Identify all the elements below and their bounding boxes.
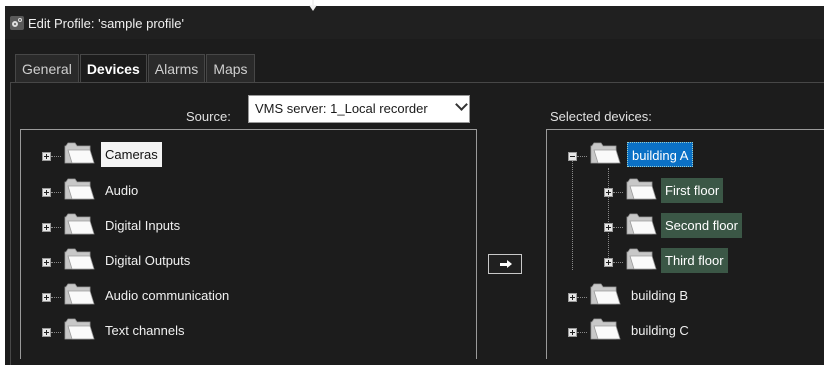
- tree-label[interactable]: Digital Inputs: [101, 213, 184, 238]
- tree-node-building-c[interactable]: building C: [547, 316, 817, 343]
- chevron-down-icon: [455, 98, 468, 111]
- folder-icon: [589, 317, 622, 341]
- selected-devices-label: Selected devices:: [550, 109, 652, 124]
- tab-devices[interactable]: Devices: [79, 54, 147, 83]
- expand-icon[interactable]: [568, 293, 577, 302]
- tree-label[interactable]: Audio communication: [101, 283, 233, 308]
- expand-icon[interactable]: [42, 152, 51, 161]
- folder-icon: [63, 282, 96, 306]
- tree-node-third-floor[interactable]: Third floor: [547, 246, 817, 273]
- collapse-icon[interactable]: [568, 152, 577, 161]
- tree-label[interactable]: Text channels: [101, 318, 189, 343]
- folder-icon: [589, 141, 622, 165]
- window-title: Edit Profile: 'sample profile': [28, 16, 184, 31]
- folder-icon: [63, 141, 96, 165]
- tree-label[interactable]: Audio: [101, 178, 142, 203]
- available-devices-tree[interactable]: Cameras Audio Digital Inputs Digital Out…: [20, 129, 477, 359]
- expand-icon[interactable]: [42, 223, 51, 232]
- tree-node-second-floor[interactable]: Second floor: [547, 211, 817, 238]
- expand-icon[interactable]: [42, 188, 51, 197]
- source-select-value: VMS server: 1_Local recorder: [255, 101, 428, 116]
- folder-icon: [63, 177, 96, 201]
- tab-maps[interactable]: Maps: [206, 54, 255, 82]
- source-label: Source:: [186, 109, 231, 124]
- tree-label[interactable]: building C: [627, 318, 693, 343]
- selected-devices-tree[interactable]: building A First floor Second floor Thir…: [546, 129, 824, 359]
- tree-label[interactable]: Second floor: [661, 213, 742, 238]
- mouse-cursor-icon: [309, 0, 317, 11]
- tree-label[interactable]: building A: [627, 142, 694, 167]
- tree-label[interactable]: building B: [627, 283, 692, 308]
- expand-icon[interactable]: [42, 293, 51, 302]
- expand-icon[interactable]: [568, 328, 577, 337]
- tree-node-audio-communication[interactable]: Audio communication: [21, 281, 461, 308]
- folder-icon: [625, 212, 658, 236]
- expand-icon[interactable]: [42, 328, 51, 337]
- expand-icon[interactable]: [604, 258, 613, 267]
- title-bar: Edit Profile: 'sample profile': [5, 6, 824, 39]
- tree-node-first-floor[interactable]: First floor: [547, 176, 817, 203]
- tree-label[interactable]: Third floor: [661, 248, 728, 273]
- tree-node-cameras[interactable]: Cameras: [21, 140, 461, 167]
- expand-icon[interactable]: [604, 188, 613, 197]
- tab-bar: General Devices Alarms Maps: [15, 54, 256, 83]
- folder-icon: [63, 247, 96, 271]
- tab-alarms[interactable]: Alarms: [147, 54, 206, 82]
- tab-panel-left-border: [10, 82, 11, 365]
- tab-general[interactable]: General: [15, 54, 79, 82]
- folder-icon: [589, 282, 622, 306]
- profile-settings-icon: [10, 16, 24, 30]
- tab-panel-border: [10, 82, 824, 83]
- folder-icon: [63, 212, 96, 236]
- tree-node-digital-inputs[interactable]: Digital Inputs: [21, 211, 461, 238]
- tree-node-building-b[interactable]: building B: [547, 281, 817, 308]
- expand-icon[interactable]: [604, 223, 613, 232]
- tree-node-audio[interactable]: Audio: [21, 176, 461, 203]
- tree-label[interactable]: Cameras: [101, 142, 162, 167]
- tree-node-text-channels[interactable]: Text channels: [21, 316, 461, 343]
- tree-node-building-a[interactable]: building A: [547, 140, 817, 167]
- folder-icon: [625, 177, 658, 201]
- tree-node-digital-outputs[interactable]: Digital Outputs: [21, 246, 461, 273]
- expand-icon[interactable]: [42, 258, 51, 267]
- folder-icon: [625, 247, 658, 271]
- add-selected-button[interactable]: [488, 254, 522, 274]
- source-select[interactable]: VMS server: 1_Local recorder: [248, 95, 470, 123]
- tree-label[interactable]: Digital Outputs: [101, 248, 194, 273]
- tree-label[interactable]: First floor: [661, 178, 724, 203]
- folder-icon: [63, 317, 96, 341]
